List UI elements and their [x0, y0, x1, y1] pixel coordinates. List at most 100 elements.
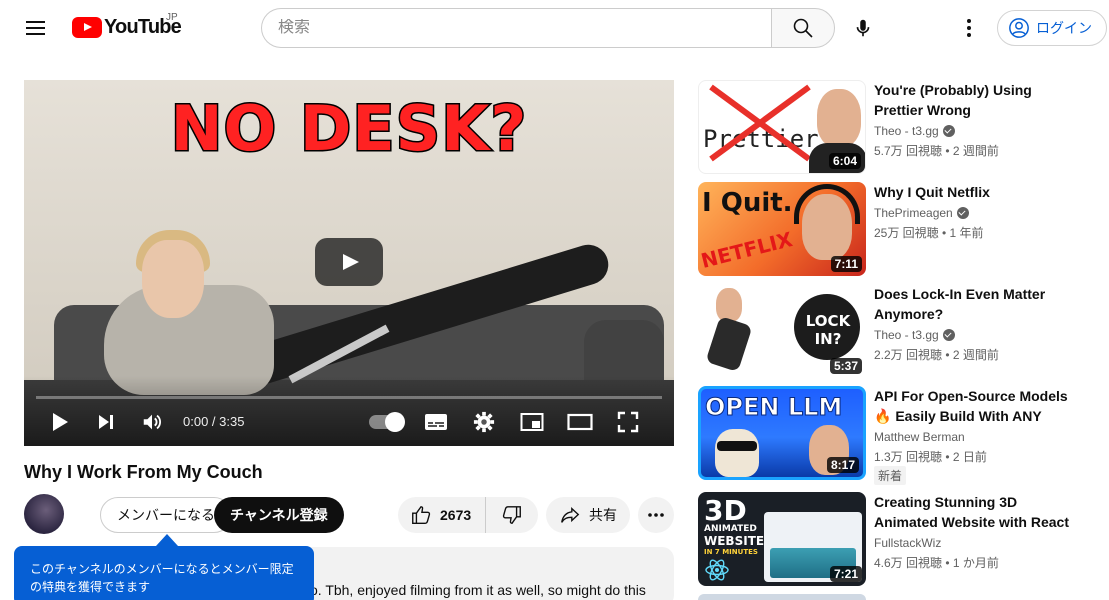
verified-check-icon: [956, 207, 969, 219]
horizontal-dots-icon: [648, 513, 664, 517]
settings-more-button[interactable]: [953, 12, 985, 44]
channel-name[interactable]: Theo - t3.gg: [874, 328, 955, 342]
react-logo-icon: [705, 559, 729, 581]
channel-name[interactable]: Matthew Berman: [874, 430, 965, 444]
video-thumbnail[interactable]: 3D ANIMATED WEBSITE IN 7 MINUTES 7:21: [698, 492, 866, 586]
video-thumbnail[interactable]: OPEN LLM 8:17: [698, 386, 866, 480]
theater-mode-icon: [567, 413, 593, 431]
video-thumbnail[interactable]: [698, 594, 866, 600]
verified-check-icon: [942, 329, 955, 341]
video-title[interactable]: You're (Probably) Using Prettier Wrong: [874, 80, 1078, 120]
thumbnail-text: 3D: [704, 494, 747, 527]
channel-name[interactable]: Theo - t3.gg: [874, 124, 955, 138]
channel-name[interactable]: FullstackWiz: [874, 536, 941, 550]
video-duration: 5:37: [829, 358, 862, 374]
video-meta: 25万 回視聴 • 1 年前: [874, 226, 984, 240]
recommendation-item[interactable]: I Quit. NETFLIX 7:11 Why I Quit Netflix …: [698, 182, 1078, 276]
video-title[interactable]: Does Lock-In Even Matter Anymore?: [874, 284, 1078, 324]
fullscreen-icon: [617, 411, 639, 433]
dislike-button[interactable]: [486, 497, 538, 533]
next-button[interactable]: [92, 408, 120, 436]
gear-icon: [473, 411, 495, 433]
hamburger-menu-icon[interactable]: [20, 12, 52, 44]
thumbnail-caption: NO DESK?: [169, 91, 528, 167]
share-label: 共有: [589, 507, 617, 523]
membership-tooltip: このチャンネルのメンバーになるとメンバー限定 の特典を獲得できます: [14, 546, 314, 600]
recommendation-item-partial[interactable]: [698, 594, 1078, 600]
like-dislike-group: 2673: [398, 497, 538, 533]
tooltip-arrow: [156, 534, 178, 546]
description-text: o. Tbh, enjoyed filming from it as well,…: [310, 582, 646, 598]
mute-button[interactable]: [138, 408, 166, 436]
channel-label: Theo - t3.gg: [874, 328, 939, 342]
region-code: JP: [166, 12, 178, 23]
progress-bar[interactable]: [36, 396, 662, 399]
new-badge: 新着: [874, 466, 907, 485]
thumbnail-text: I Quit.: [702, 188, 793, 218]
join-membership-button[interactable]: メンバーになる: [100, 497, 232, 533]
thumbnail-text: LOCK IN?: [805, 312, 851, 348]
video-title[interactable]: API For Open-Source Models 🔥 Easily Buil…: [874, 386, 1078, 426]
recommendation-item[interactable]: 3D ANIMATED WEBSITE IN 7 MINUTES 7:21 Cr…: [698, 492, 1078, 586]
miniplayer-button[interactable]: [518, 408, 546, 436]
theater-mode-button[interactable]: [566, 408, 594, 436]
autoplay-toggle[interactable]: [369, 412, 405, 432]
thumbnail-text-line4: IN 7 MINUTES: [704, 548, 758, 556]
youtube-logo[interactable]: YouTube: [72, 15, 182, 39]
subtitles-icon: [425, 414, 447, 430]
video-title[interactable]: Why I Quit Netflix: [874, 182, 1078, 202]
miniplayer-icon: [520, 413, 544, 431]
search-input[interactable]: [278, 19, 772, 37]
video-frame-person-head: [142, 240, 204, 318]
thumbs-down-icon: [502, 506, 521, 524]
video-meta: 2.2万 回視聴 • 2 週間前: [874, 348, 999, 362]
settings-button[interactable]: [470, 408, 498, 436]
tooltip-line-2: の特典を獲得できます: [30, 580, 151, 594]
volume-icon: [143, 414, 161, 430]
fullscreen-button[interactable]: [614, 408, 642, 436]
thumbnail-text: OPEN LLM: [704, 393, 843, 422]
subtitles-button[interactable]: [422, 408, 450, 436]
play-button[interactable]: [46, 408, 74, 436]
video-thumbnail[interactable]: LOCK IN? 5:37: [698, 284, 866, 378]
recommendation-item[interactable]: LOCK IN? 5:37 Does Lock-In Even Matter A…: [698, 284, 1078, 378]
video-duration: 8:17: [826, 457, 859, 473]
cross-out-icon: [709, 84, 811, 162]
more-actions-button[interactable]: [638, 497, 674, 533]
thumbnail-text-secondary: NETFLIX: [698, 227, 795, 273]
verified-check-icon: [942, 125, 955, 137]
share-icon: [561, 507, 580, 523]
login-button[interactable]: ログイン: [997, 10, 1107, 46]
recommendation-item[interactable]: Prettier 6:04 You're (Probably) Using Pr…: [698, 80, 1078, 174]
like-button[interactable]: 2673: [398, 497, 486, 533]
video-title[interactable]: Creating Stunning 3D Animated Website wi…: [874, 492, 1078, 532]
youtube-play-logo-icon: [72, 16, 102, 38]
skip-next-icon: [99, 415, 113, 429]
share-button[interactable]: 共有: [546, 497, 630, 533]
video-player[interactable]: NO DESK? 0:00 / 3:35: [24, 80, 674, 446]
voice-search-button[interactable]: [843, 8, 883, 48]
channel-name[interactable]: ThePrimeagen: [874, 206, 969, 220]
login-label: ログイン: [1036, 20, 1092, 36]
video-meta: 1.3万 回視聴 • 2 日前: [874, 450, 987, 464]
thumbnail-person: [817, 89, 861, 147]
tooltip-line-1: このチャンネルのメンバーになるとメンバー限定: [30, 562, 294, 576]
microphone-icon: [856, 19, 870, 37]
video-meta: 5.7万 回視聴 • 2 週間前: [874, 144, 999, 158]
video-duration: 7:11: [830, 256, 862, 272]
headphones-icon: [794, 184, 860, 224]
video-thumbnail[interactable]: I Quit. NETFLIX 7:11: [698, 182, 866, 276]
llama-icon: [715, 429, 759, 477]
channel-avatar[interactable]: [24, 494, 64, 534]
thumbnail-text-line3: WEBSITE: [704, 534, 765, 548]
like-count: 2673: [440, 507, 472, 523]
play-icon: [53, 413, 68, 431]
subscribe-button[interactable]: チャンネル登録: [214, 497, 344, 533]
video-thumbnail[interactable]: Prettier 6:04: [698, 80, 866, 174]
search-button[interactable]: [771, 8, 835, 48]
large-play-button[interactable]: [315, 238, 383, 286]
recommendation-item[interactable]: OPEN LLM 8:17 API For Open-Source Models…: [698, 386, 1078, 485]
vertical-dots-icon: [967, 19, 971, 37]
thumbnail-person-body: [705, 315, 753, 373]
thumbnail-text-line2: ANIMATED: [704, 524, 757, 534]
